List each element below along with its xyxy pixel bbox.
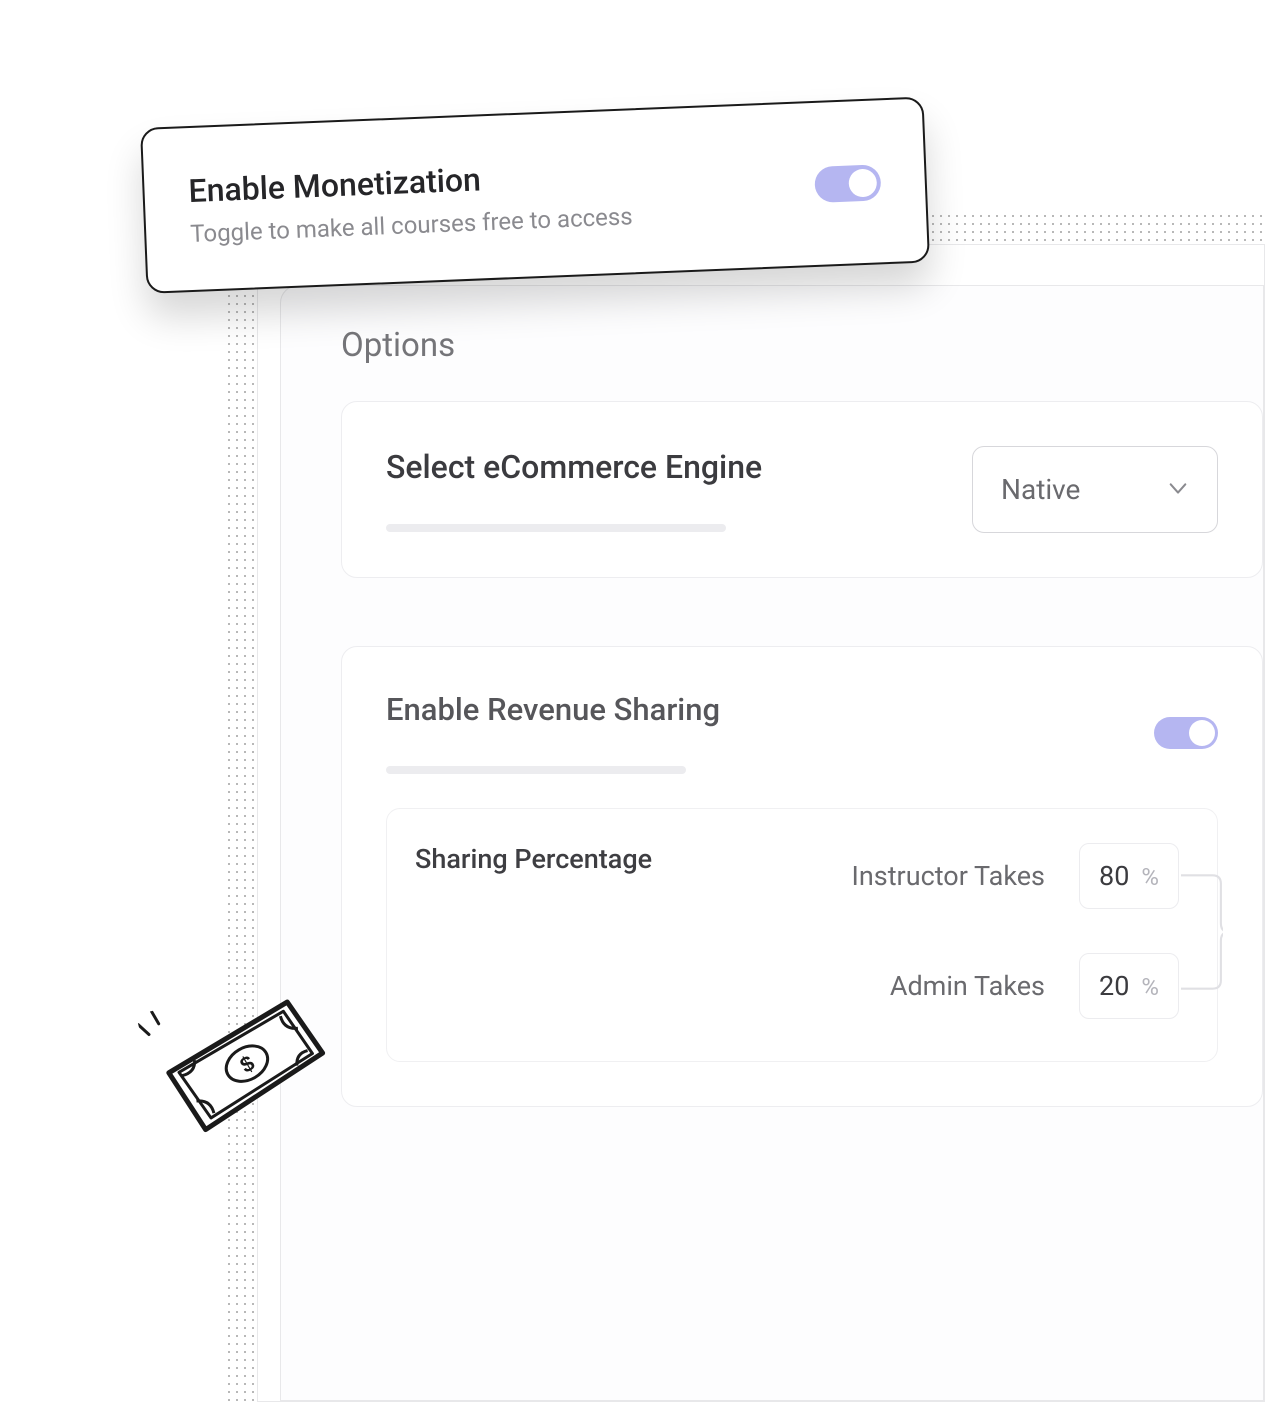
enable-monetization-card: Enable Monetization Toggle to make all c… <box>140 97 930 294</box>
ecommerce-selected-value: Native <box>1001 473 1080 506</box>
options-heading: Options <box>341 326 1263 365</box>
percent-sign: % <box>1141 973 1159 1001</box>
admin-row: Admin Takes 20 % <box>692 953 1179 1019</box>
instructor-percent-input[interactable]: 80 % <box>1079 843 1179 909</box>
revenue-sharing-toggle[interactable] <box>1154 717 1218 749</box>
placeholder-bar <box>386 766 686 774</box>
sharing-percentage-panel: Sharing Percentage Instructor Takes 80 %… <box>386 808 1218 1062</box>
bracket-connector-icon <box>1181 869 1223 995</box>
enable-monetization-toggle[interactable] <box>814 164 881 203</box>
sharing-percentage-title: Sharing Percentage <box>415 843 652 1019</box>
enable-monetization-subtitle: Toggle to make all courses free to acces… <box>190 202 633 248</box>
placeholder-bar <box>386 524 726 532</box>
options-card: Options Select eCommerce Engine Native <box>280 285 1264 1401</box>
revenue-sharing-label: Enable Revenue Sharing <box>386 691 720 728</box>
admin-percent-value: 20 <box>1099 970 1129 1002</box>
instructor-percent-value: 80 <box>1099 860 1129 892</box>
ecommerce-label: Select eCommerce Engine <box>386 448 762 486</box>
percent-sign: % <box>1141 863 1159 891</box>
instructor-takes-label: Instructor Takes <box>852 860 1045 892</box>
dotted-frame-left <box>225 212 257 1402</box>
admin-takes-label: Admin Takes <box>890 970 1045 1002</box>
ecommerce-card: Select eCommerce Engine Native <box>341 401 1263 578</box>
enable-monetization-title: Enable Monetization <box>188 154 632 210</box>
chevron-down-icon <box>1167 477 1189 503</box>
ecommerce-select[interactable]: Native <box>972 446 1218 533</box>
instructor-row: Instructor Takes 80 % <box>692 843 1179 909</box>
revenue-sharing-card: Enable Revenue Sharing Sharing Percentag… <box>341 646 1263 1107</box>
main-panel: Options Select eCommerce Engine Native <box>257 244 1265 1402</box>
admin-percent-input[interactable]: 20 % <box>1079 953 1179 1019</box>
